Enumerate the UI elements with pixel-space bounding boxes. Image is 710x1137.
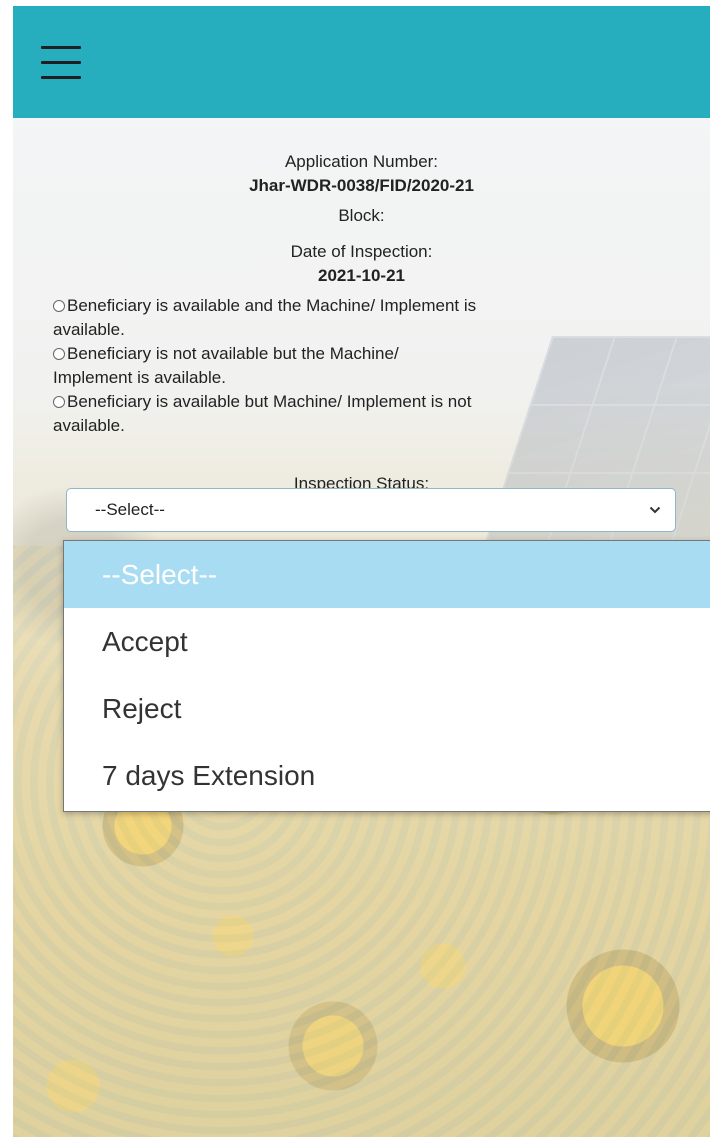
chevron-down-icon — [649, 506, 661, 514]
inspection-status-dropdown-list: --Select-- Accept Reject 7 days Extensio… — [63, 540, 710, 812]
availability-option-text: Beneficiary is available but Machine/ Im… — [67, 392, 472, 411]
block-label: Block: — [338, 206, 385, 225]
radio-button[interactable] — [53, 300, 65, 312]
availability-option-2[interactable]: Beneficiary is not available but the Mac… — [53, 342, 683, 390]
hamburger-menu-icon[interactable] — [41, 44, 81, 82]
dropdown-option-reject[interactable]: Reject — [64, 675, 710, 742]
availability-option-text: Beneficiary is not available but the Mac… — [67, 344, 399, 363]
application-number-label: Application Number: — [284, 152, 439, 171]
availability-option-text: available. — [53, 320, 125, 339]
dropdown-option-select[interactable]: --Select-- — [64, 541, 710, 608]
dropdown-option-accept[interactable]: Accept — [64, 608, 710, 675]
dropdown-option-7-days-extension[interactable]: 7 days Extension — [64, 742, 710, 809]
inspection-status-select[interactable]: --Select-- — [66, 488, 676, 532]
date-of-inspection-label: Date of Inspection: — [290, 242, 433, 261]
inspection-status-selected-value: --Select-- — [95, 500, 165, 519]
radio-button[interactable] — [53, 396, 65, 408]
availability-option-3[interactable]: Beneficiary is available but Machine/ Im… — [53, 390, 683, 438]
date-of-inspection-value: 2021-10-21 — [318, 266, 405, 285]
application-number-value: Jhar-WDR-0038/FID/2020-21 — [249, 176, 474, 195]
availability-option-1[interactable]: Beneficiary is available and the Machine… — [53, 294, 683, 342]
radio-button[interactable] — [53, 348, 65, 360]
availability-option-text: Implement is available. — [53, 368, 226, 387]
availability-option-text: available. — [53, 416, 125, 435]
top-header-bar — [13, 6, 710, 118]
app-frame: Application Number: Jhar-WDR-0038/FID/20… — [13, 6, 710, 1137]
availability-option-text: Beneficiary is available and the Machine… — [67, 296, 477, 315]
